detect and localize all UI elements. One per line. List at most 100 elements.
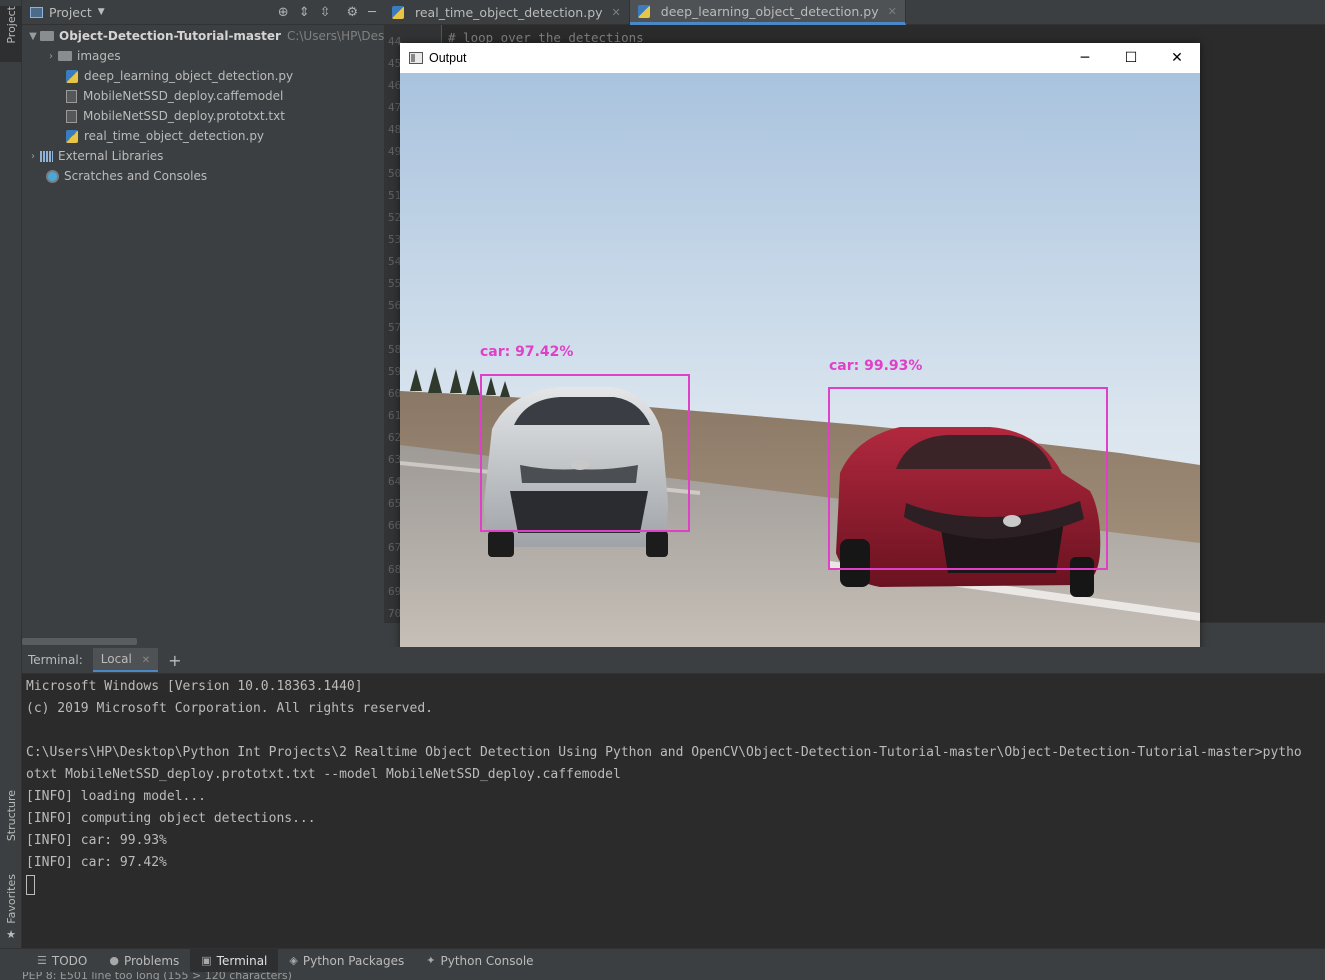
tree-item-file[interactable]: MobileNetSSD_deploy.caffemodel xyxy=(66,86,283,106)
terminal-line: [INFO] computing object detections... xyxy=(26,811,316,826)
tab-label: Python Console xyxy=(440,953,534,968)
tree-item-project-root[interactable]: ▼ Object-Detection-Tutorial-master C:\Us… xyxy=(26,26,422,46)
star-icon: ★ xyxy=(6,927,16,941)
new-terminal-button[interactable]: + xyxy=(168,651,181,670)
expand-all-icon[interactable]: ⇕ xyxy=(299,5,310,20)
favorites-tool-tab-label: Favorites xyxy=(4,874,18,924)
detection-box xyxy=(480,374,690,532)
python-file-icon xyxy=(637,4,650,18)
terminal-line: C:\Users\HP\Desktop\Python Int Projects\… xyxy=(26,745,1302,760)
tree-item-label: Object-Detection-Tutorial-master xyxy=(59,29,281,43)
library-icon xyxy=(40,150,53,162)
tab-terminal[interactable]: ▣ Terminal xyxy=(190,948,279,973)
gear-icon[interactable]: ⚙ xyxy=(347,5,359,20)
structure-tool-tab[interactable]: Structure xyxy=(0,790,22,852)
window-app-icon xyxy=(409,52,423,64)
detection-label: car: 97.42% xyxy=(480,344,574,360)
folder-icon xyxy=(40,31,54,41)
output-titlebar[interactable]: Output ─ ☐ ✕ xyxy=(400,43,1200,73)
maximize-button[interactable]: ☐ xyxy=(1108,43,1154,73)
close-icon[interactable]: ✕ xyxy=(612,6,621,19)
terminal-icon: ▣ xyxy=(201,954,212,967)
tree-item-label: images xyxy=(77,49,121,63)
close-button[interactable]: ✕ xyxy=(1154,43,1200,73)
python-file-icon xyxy=(66,69,78,83)
problems-icon: ● xyxy=(109,954,119,967)
tab-label: deep_learning_object_detection.py xyxy=(660,3,879,19)
tab-terminal-local[interactable]: Local ✕ xyxy=(92,648,159,672)
project-tool-tab-label: Project xyxy=(4,6,18,44)
terminal-line: otxt MobileNetSSD_deploy.prototxt.txt --… xyxy=(26,767,621,782)
file-icon xyxy=(66,89,77,103)
road-scene-image xyxy=(400,73,1200,673)
text-file-icon xyxy=(66,109,77,123)
minimize-button[interactable]: ─ xyxy=(1062,43,1108,73)
tree-item-file[interactable]: MobileNetSSD_deploy.prototxt.txt xyxy=(66,106,285,126)
tab-label: real_time_object_detection.py xyxy=(415,5,603,20)
terminal-tab-label: Local xyxy=(100,652,132,666)
tree-item-label: MobileNetSSD_deploy.caffemodel xyxy=(83,89,284,103)
tab-deep-learning-object-detection[interactable]: deep_learning_object_detection.py ✕ xyxy=(629,0,906,25)
terminal-line: [INFO] loading model... xyxy=(26,789,207,804)
scratches-icon xyxy=(46,169,59,183)
tab-problems[interactable]: ● Problems xyxy=(98,949,190,973)
terminal-line: Microsoft Windows [Version 10.0.18363.14… xyxy=(26,679,363,694)
terminal-cursor xyxy=(26,875,35,895)
hide-panel-icon[interactable]: ─ xyxy=(368,5,376,20)
tab-todo[interactable]: ☰ TODO xyxy=(26,949,98,973)
structure-tool-tab-label: Structure xyxy=(4,790,18,842)
folder-icon xyxy=(58,51,72,61)
chevron-down-icon[interactable]: ▼ xyxy=(26,31,40,42)
output-window-title: Output xyxy=(429,51,467,65)
close-icon[interactable]: ✕ xyxy=(888,5,897,18)
tree-item-file[interactable]: deep_learning_object_detection.py xyxy=(66,66,293,86)
list-icon: ☰ xyxy=(37,954,47,967)
project-tool-tab[interactable]: Project xyxy=(0,6,22,62)
tree-item-file[interactable]: real_time_object_detection.py xyxy=(66,126,264,146)
status-bar: PEP 8: E501 line too long (155 > 120 cha… xyxy=(0,972,1325,980)
tab-label: Problems xyxy=(123,953,180,968)
tree-item-external-libraries[interactable]: › External Libraries xyxy=(26,146,163,166)
detection-label: car: 99.93% xyxy=(829,358,923,374)
detection-image: car: 97.42% car: 99.93% xyxy=(400,73,1200,673)
tab-label: TODO xyxy=(51,953,88,968)
status-text: PEP 8: E501 line too long (155 > 120 cha… xyxy=(22,972,292,980)
project-panel-header: Project ▼ ⊕ ⇕ ⇳ ⚙ ─ xyxy=(22,0,384,25)
chevron-right-icon[interactable]: › xyxy=(44,51,58,62)
tree-item-scratches[interactable]: Scratches and Consoles xyxy=(46,166,207,186)
tree-item-label: deep_learning_object_detection.py xyxy=(84,69,294,83)
tab-label: Terminal xyxy=(216,953,268,968)
terminal-line: [INFO] car: 97.42% xyxy=(26,855,167,870)
tab-real-time-object-detection[interactable]: real_time_object_detection.py ✕ xyxy=(384,0,630,25)
terminal-header: Terminal: Local ✕ + xyxy=(22,647,1325,674)
project-view-icon xyxy=(30,6,43,18)
tab-python-console[interactable]: ✦ Python Console xyxy=(415,949,544,973)
terminal-line: [INFO] car: 99.93% xyxy=(26,833,167,848)
editor-tabs: real_time_object_detection.py ✕ deep_lea… xyxy=(384,0,1325,25)
tree-item-label: Scratches and Consoles xyxy=(64,169,208,183)
terminal-line: (c) 2019 Microsoft Corporation. All righ… xyxy=(26,701,433,716)
favorites-tool-tab[interactable]: Favorites ★ xyxy=(0,874,22,941)
collapse-all-icon[interactable]: ⇳ xyxy=(320,5,331,20)
tree-item-label: MobileNetSSD_deploy.prototxt.txt xyxy=(83,109,285,123)
tree-item-images[interactable]: › images xyxy=(44,46,121,66)
output-window[interactable]: Output ─ ☐ ✕ car: 97.42% car: 99.93% xyxy=(400,43,1200,673)
python-file-icon xyxy=(392,6,404,19)
terminal-prompt[interactable] xyxy=(26,874,1325,896)
tab-python-packages[interactable]: ◈ Python Packages xyxy=(278,949,415,973)
horizontal-scrollbar[interactable] xyxy=(22,638,137,645)
terminal-output[interactable]: Microsoft Windows [Version 10.0.18363.14… xyxy=(22,674,1325,948)
bottom-tool-bar: ☰ TODO ● Problems ▣ Terminal ◈ Python Pa… xyxy=(0,948,1325,973)
close-icon[interactable]: ✕ xyxy=(142,655,150,666)
tree-item-label: External Libraries xyxy=(58,149,164,163)
locate-icon[interactable]: ⊕ xyxy=(278,5,289,20)
tab-label: Python Packages xyxy=(302,953,405,968)
left-tool-strip: Project Structure Favorites ★ xyxy=(0,0,22,948)
chevron-down-icon[interactable]: ▼ xyxy=(98,7,105,17)
python-file-icon xyxy=(66,129,78,143)
project-panel-title[interactable]: Project xyxy=(49,5,92,20)
packages-icon: ◈ xyxy=(289,954,298,967)
chevron-right-icon[interactable]: › xyxy=(26,151,40,162)
detection-box xyxy=(828,387,1108,570)
